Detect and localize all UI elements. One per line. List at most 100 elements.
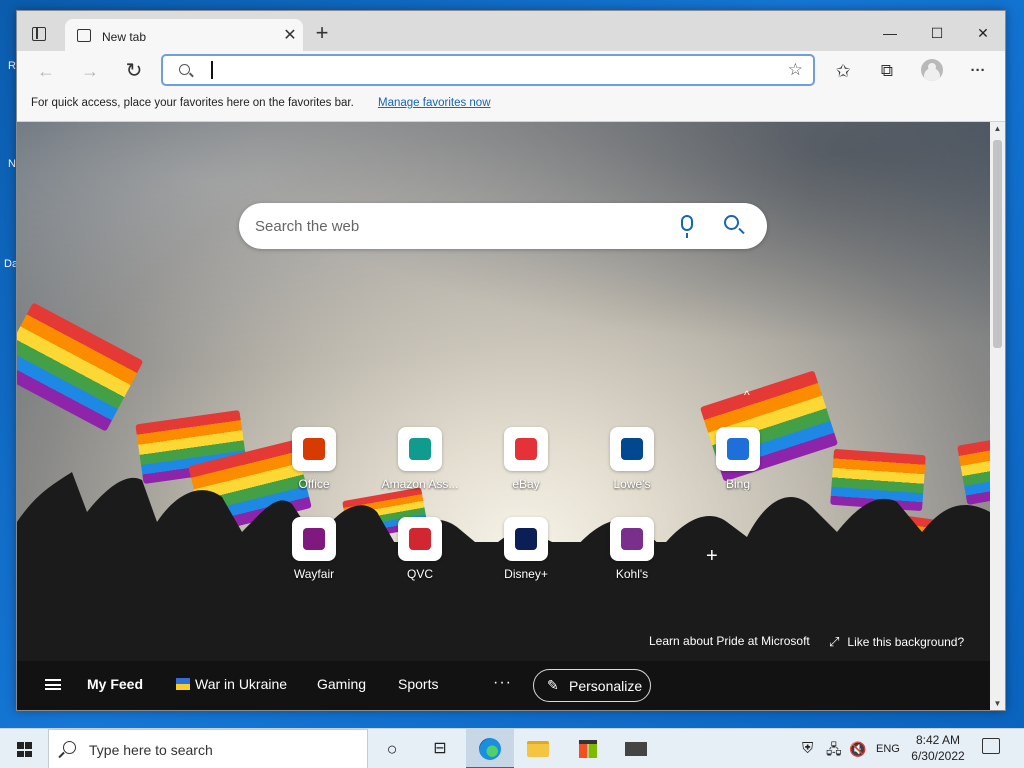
quick-link-tile[interactable]: Kohl's [587, 517, 677, 589]
task-view-icon[interactable]: ⊟ [416, 729, 464, 768]
quick-link-label: Bing [725, 477, 751, 491]
search-icon [179, 64, 190, 75]
quick-link-label: Amazon Ass... [381, 477, 459, 491]
minimize-button[interactable]: — [867, 19, 913, 47]
browser-toolbar: ← → ↻ ☆ ✩ ⧉ ··· [17, 51, 1005, 91]
edge-window: New tab ✕ + — ☐ ✕ ← → ↻ ☆ ✩ ⧉ ··· For qu… [16, 10, 1006, 711]
favorites-bar: For quick access, place your favorites h… [17, 91, 1005, 122]
add-quick-link-button[interactable]: + [706, 546, 722, 566]
refresh-button[interactable]: ↻ [120, 58, 148, 84]
notifications-icon[interactable] [982, 738, 1000, 754]
new-tab-page-icon [77, 29, 91, 42]
quick-link-tile[interactable]: Disney+ [481, 517, 571, 589]
tab-title: New tab [102, 30, 147, 44]
text-caret [211, 61, 213, 79]
scrollbar-thumb[interactable] [993, 140, 1002, 348]
quick-link-tile[interactable]: Bing [693, 427, 783, 499]
collapse-quick-links-icon[interactable]: ^ [744, 388, 750, 402]
more-feed-topics-icon[interactable]: ··· [493, 674, 512, 692]
search-icon[interactable] [724, 215, 739, 230]
clock-time: 8:42 AM [915, 733, 961, 747]
tab-new-tab[interactable]: New tab ✕ [65, 19, 303, 51]
taskbar-search-placeholder: Type here to search [89, 742, 213, 758]
new-tab-button[interactable]: + [311, 21, 333, 45]
quick-link-tile[interactable]: Office [269, 427, 359, 499]
maximize-button[interactable]: ☐ [914, 19, 960, 47]
add-favorite-icon[interactable]: ☆ [788, 60, 803, 80]
pencil-icon: ✎ [547, 677, 559, 693]
quick-link-label: Kohl's [615, 567, 649, 581]
quick-link-label: Office [298, 477, 330, 491]
personalize-button[interactable]: ✎ Personalize [533, 669, 651, 702]
quick-link-tile[interactable]: QVC [375, 517, 465, 589]
settings-more-icon[interactable]: ··· [964, 59, 992, 83]
security-shield-icon[interactable]: ⛨ [802, 729, 813, 768]
store-taskbar-button[interactable] [564, 729, 612, 768]
web-search-input[interactable] [255, 216, 655, 236]
quick-link-tile[interactable]: Lowe's [587, 427, 677, 499]
site-logo [621, 438, 643, 460]
tab-gaming[interactable]: Gaming [317, 676, 366, 692]
tab-strip: New tab ✕ + — ☐ ✕ [17, 11, 1005, 51]
manage-favorites-link[interactable]: Manage favorites now [378, 97, 491, 109]
learn-about-pride-link[interactable]: Learn about Pride at Microsoft [649, 634, 810, 648]
kohls-icon [610, 517, 654, 561]
desktop-icon-label[interactable]: N [8, 158, 16, 170]
cortana-icon[interactable]: ○ [368, 729, 416, 768]
quick-link-label: eBay [512, 477, 540, 491]
ebay-icon [504, 427, 548, 471]
volume-muted-icon[interactable]: 🔇 [849, 729, 866, 768]
taskbar-clock[interactable]: 8:42 AM 6/30/2022 [908, 732, 968, 764]
feed-bar: My Feed War in Ukraine Gaming Sports ···… [17, 661, 990, 710]
favorites-bar-message: For quick access, place your favorites h… [31, 97, 354, 109]
tab-sports[interactable]: Sports [398, 676, 438, 692]
quick-link-label: Disney+ [504, 567, 548, 581]
quick-link-label: QVC [406, 567, 433, 581]
like-background-button[interactable]: ⤢ Like this background? [829, 634, 964, 650]
quick-link-tile[interactable]: Amazon Ass... [375, 427, 465, 499]
back-button[interactable]: ← [32, 58, 60, 84]
site-logo [515, 528, 537, 550]
clock-date: 6/30/2022 [911, 749, 965, 763]
expand-icon: ⤢ [829, 634, 840, 649]
network-icon[interactable]: 🖧 [826, 729, 842, 768]
mail-icon [625, 742, 647, 756]
folder-icon [527, 741, 549, 757]
taskbar-search-box[interactable]: Type here to search [48, 729, 368, 768]
forward-button[interactable]: → [76, 58, 104, 84]
tab-close-icon[interactable]: ✕ [277, 26, 303, 46]
like-background-label: Like this background? [847, 635, 965, 649]
site-logo [303, 528, 325, 550]
collections-icon[interactable]: ⧉ [873, 59, 901, 83]
profile-avatar[interactable] [921, 59, 943, 81]
address-input[interactable] [219, 60, 779, 80]
microphone-icon[interactable] [681, 215, 693, 238]
office-icon [292, 427, 336, 471]
personalize-label: Personalize [569, 678, 643, 694]
quick-link-tile[interactable]: eBay [481, 427, 571, 499]
web-search-box[interactable] [239, 203, 767, 249]
input-language[interactable]: ENG [876, 729, 900, 768]
ukraine-flag-icon [176, 678, 190, 690]
site-logo [409, 528, 431, 550]
hamburger-menu-icon[interactable] [45, 679, 61, 690]
edge-icon [479, 738, 501, 760]
scroll-up-icon[interactable]: ▲ [990, 122, 1005, 136]
tab-actions-icon[interactable] [32, 27, 46, 41]
tab-war-in-ukraine[interactable]: War in Ukraine [176, 676, 287, 692]
start-button[interactable] [0, 729, 48, 768]
scroll-down-icon[interactable]: ▼ [990, 697, 1005, 710]
file-explorer-taskbar-button[interactable] [514, 729, 562, 768]
edge-taskbar-button[interactable] [466, 729, 514, 768]
address-bar[interactable]: ☆ [161, 54, 815, 86]
close-button[interactable]: ✕ [960, 19, 1005, 47]
quick-link-tile[interactable]: Wayfair [269, 517, 359, 589]
page-scrollbar[interactable]: ▲ ▼ [990, 122, 1005, 710]
tab-my-feed[interactable]: My Feed [87, 676, 143, 692]
favorites-icon[interactable]: ✩ [829, 59, 857, 83]
disney-plus-icon [504, 517, 548, 561]
desktop-icon-label[interactable]: R [8, 60, 16, 72]
amazon-assistant-icon [398, 427, 442, 471]
wayfair-icon [292, 517, 336, 561]
mail-taskbar-button[interactable] [612, 729, 660, 768]
